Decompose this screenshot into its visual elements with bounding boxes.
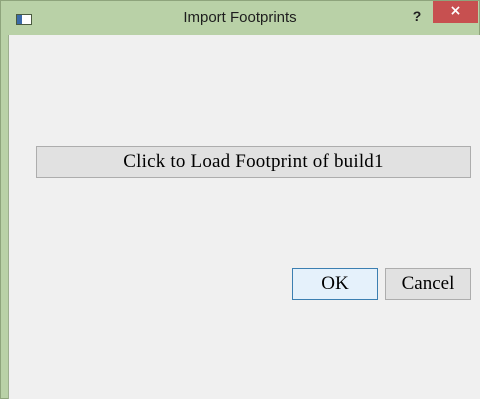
load-footprint-button[interactable]: Click to Load Footprint of build1 bbox=[36, 146, 471, 178]
import-footprints-dialog: Import Footprints ? × Click to Load Foot… bbox=[0, 0, 480, 399]
cancel-button[interactable]: Cancel bbox=[385, 268, 471, 300]
help-icon[interactable]: ? bbox=[405, 5, 429, 27]
ok-button[interactable]: OK bbox=[292, 268, 378, 300]
close-icon[interactable]: × bbox=[433, 1, 478, 23]
title-bar[interactable]: Import Footprints ? × bbox=[1, 1, 479, 35]
dialog-body: Click to Load Footprint of build1 OK Can… bbox=[8, 35, 480, 399]
